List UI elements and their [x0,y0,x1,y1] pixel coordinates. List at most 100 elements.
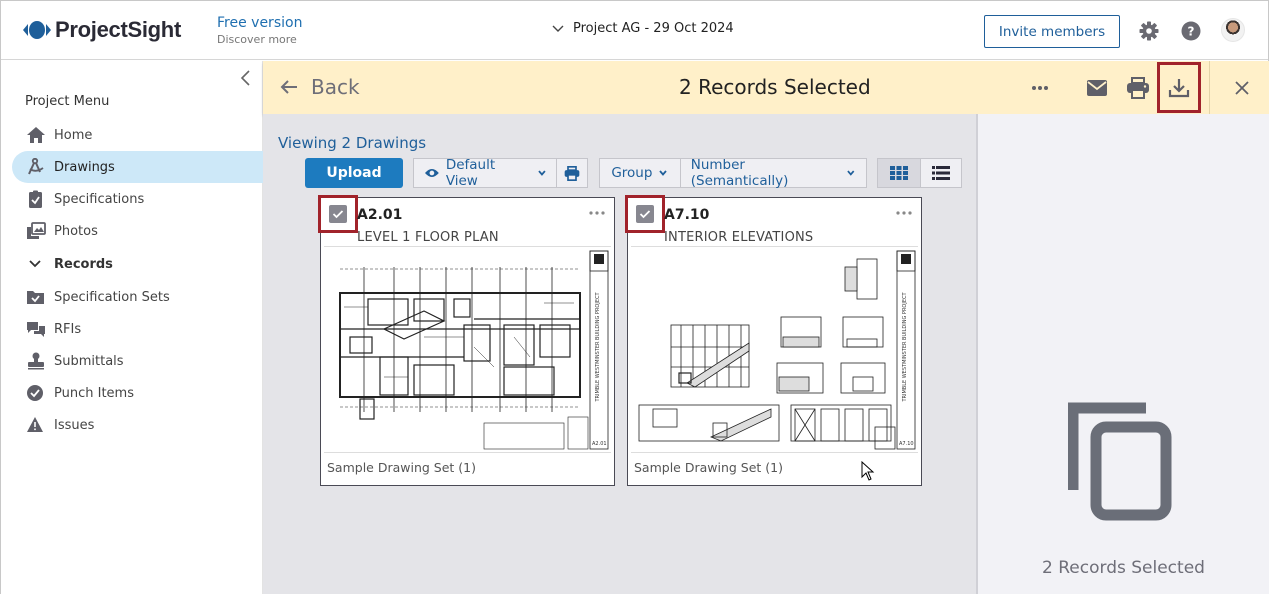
drawing-thumbnail[interactable]: TRIMBLE WESTMINSTER BUILDING PROJECT A7.… [631,246,918,453]
help-icon: ? [1181,21,1201,41]
close-selection-button[interactable] [1229,75,1255,101]
discover-more-label: Discover more [217,33,297,46]
sidebar-item-label: Drawings [54,159,115,175]
sidebar-item-label: Specification Sets [54,289,170,305]
sidebar-item-issues[interactable]: Issues [12,409,263,441]
chevron-down-icon [537,170,546,176]
checkmark-icon [639,210,651,219]
sheet-label: A2.01 [592,441,607,447]
top-header: ProjectSight Free version Discover more … [1,1,1268,60]
drawing-name: LEVEL 1 FLOOR PLAN [357,230,499,245]
sidebar-item-specification-sets[interactable]: Specification Sets [12,281,263,313]
more-options-icon[interactable] [588,208,606,218]
default-view-label: Default View [445,157,496,189]
sheet-label: A7.10 [899,441,914,447]
projectsight-logo[interactable]: ProjectSight [23,17,181,43]
clipboard-check-icon [29,190,42,208]
view-mode-toggle [877,158,962,188]
compass-icon [28,158,44,175]
drawing-number: A2.01 [357,207,403,223]
project-menu-title: Project Menu [25,94,110,109]
back-label: Back [311,75,360,99]
drawing-thumbnail[interactable]: TRIMBLE WESTMINSTER BUILDING PROJECT A2.… [324,246,611,453]
checkbox-checked[interactable] [636,205,654,223]
elevations-drawing: TRIMBLE WESTMINSTER BUILDING PROJECT A7.… [638,250,916,450]
chevron-down-icon [552,25,564,32]
sort-dropdown[interactable]: Number (Semantically) [679,157,866,189]
group-label: Group [611,165,653,181]
free-version-label: Free version [217,15,303,31]
drawing-name: INTERIOR ELEVATIONS [664,230,814,245]
sidebar-item-label: Photos [54,223,98,239]
drawing-number: A7.10 [664,207,710,223]
sort-label: Number (Semantically) [690,157,789,189]
email-button[interactable] [1084,75,1110,101]
drawing-set: Sample Drawing Set (1) [327,460,476,475]
sidebar-item-punch-items[interactable]: Punch Items [12,377,263,409]
chevron-down-icon [659,170,668,176]
checkbox-checked[interactable] [329,205,347,223]
sidebar-item-rfis[interactable]: RFIs [12,313,263,345]
list-view-button[interactable] [919,159,962,187]
more-horizontal-icon [1032,86,1048,90]
drawing-card[interactable]: A2.01 LEVEL 1 FLOOR PLAN TRIMBLE WESTMIN… [318,195,615,486]
drawing-card[interactable]: A7.10 INTERIOR ELEVATIONS TRIMBLE WESTMI… [625,195,922,486]
list-icon [931,166,950,180]
print-button[interactable] [1125,75,1151,101]
drawings-area: Viewing 2 Drawings Upload Default View G… [263,114,976,594]
project-selector[interactable]: Project AG - 29 Oct 2024 [551,21,734,36]
check-circle-icon [27,385,43,401]
chevron-down-icon [29,260,41,268]
viewing-count: Viewing 2 Drawings [278,134,427,152]
settings-button[interactable] [1138,20,1160,42]
group-dropdown[interactable]: Group [600,159,680,187]
mouse-cursor-icon [861,461,875,481]
view-toolbar: Default View [413,157,588,189]
sidebar-section-records[interactable]: Records [12,248,263,280]
selection-bar: Back 2 Records Selected [263,61,1269,114]
back-button[interactable]: Back [279,75,360,99]
copy-multiple-icon [1068,402,1172,521]
user-avatar[interactable] [1221,18,1245,42]
select-checkbox[interactable] [625,195,665,233]
sidebar-item-home[interactable]: Home [12,119,263,151]
sidebar-item-label: Records [54,256,113,272]
details-panel: 2 Records Selected [978,114,1269,594]
help-button[interactable]: ? [1180,20,1202,42]
sidebar-item-submittals[interactable]: Submittals [12,345,263,377]
photos-icon [27,222,46,239]
sidebar-item-photos[interactable]: Photos [12,215,263,247]
home-icon [27,127,45,143]
more-actions-button[interactable] [1027,75,1053,101]
project-name: Project AG - 29 Oct 2024 [573,21,734,36]
sidebar-item-label: Punch Items [54,385,134,401]
sidebar-item-drawings[interactable]: Drawings [12,151,263,183]
grid-view-button[interactable] [878,159,920,187]
logo-icon [23,21,51,39]
sidebar-item-specifications[interactable]: Specifications [12,183,263,215]
svg-text:TRIMBLE WESTMINSTER BUILDING P: TRIMBLE WESTMINSTER BUILDING PROJECT [595,292,601,403]
gear-icon [1139,21,1159,41]
sidebar: Project Menu Home Drawings Specification… [1,61,263,594]
group-sort-toolbar: Group Number (Semantically) [599,157,867,189]
select-checkbox[interactable] [318,195,358,233]
eye-icon [424,169,439,177]
svg-text:?: ? [1188,25,1195,39]
floor-plan-drawing: TRIMBLE WESTMINSTER BUILDING PROJECT A2.… [339,250,609,450]
svg-text:TRIMBLE WESTMINSTER BUILDING P: TRIMBLE WESTMINSTER BUILDING PROJECT [902,292,908,403]
folder-check-icon [27,291,44,304]
collapse-sidebar-icon[interactable] [239,69,253,87]
selection-summary: 2 Records Selected [1042,558,1205,578]
close-icon [1235,81,1249,95]
download-button[interactable] [1157,62,1201,113]
invite-members-button[interactable]: Invite members [984,15,1120,48]
print-view-button[interactable] [556,159,587,187]
default-view-dropdown[interactable]: Default View [414,157,556,189]
free-version-link[interactable]: Free version Discover more [217,14,302,48]
chat-icon [27,322,45,337]
selection-title: 2 Records Selected [679,75,871,99]
download-icon [1168,78,1190,97]
printer-icon [564,165,580,181]
upload-button[interactable]: Upload [305,158,403,188]
more-options-icon[interactable] [895,208,913,218]
